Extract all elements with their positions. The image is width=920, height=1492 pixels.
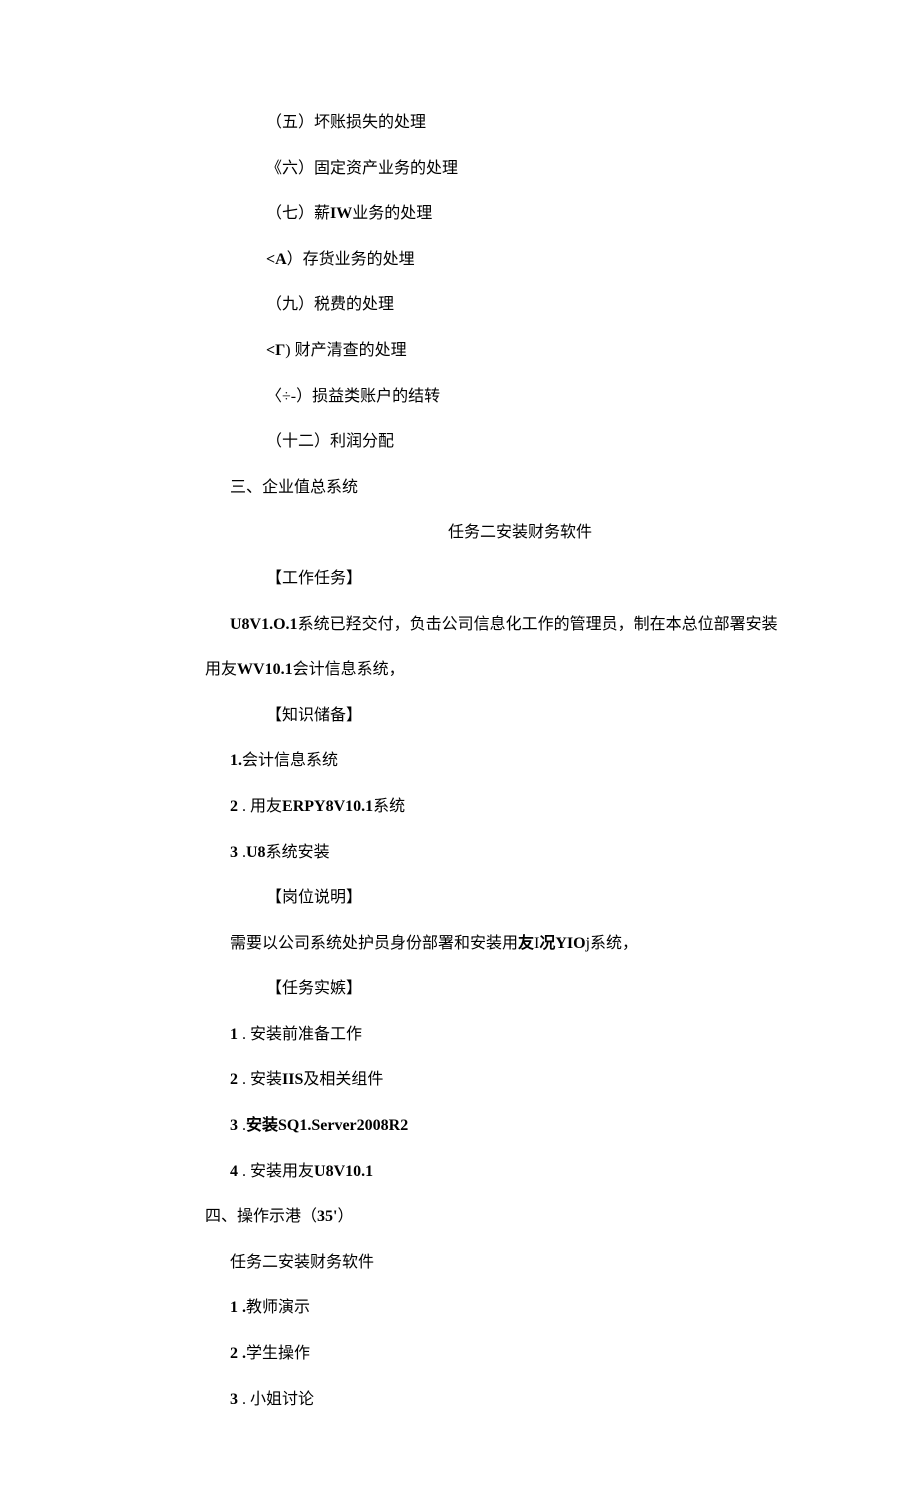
text-line: 1 .教师演示 [230,1295,810,1321]
text-line: （五）坏账损失的处理 [266,110,810,136]
text-line: （九）税费的处理 [266,292,810,318]
bold-run: U8V10.1 [314,1163,373,1180]
text-line: （七）薪IW业务的处理 [266,201,810,227]
bold-run: 安装SQ1.Server2008R2 [246,1117,408,1134]
bold-run: 2 [230,1071,238,1088]
text-line: 【知识储备】 [266,703,810,729]
bold-run: 1 [230,1299,238,1316]
text-line: <Γ) 财产清查的处理 [266,338,810,364]
bold-run: 3 [230,1391,238,1408]
text-line: 【任务实嫉】 [266,976,810,1002]
document-page: （五）坏账损失的处理《六）固定资产业务的处理 （七）薪IW业务的处理 <A）存货业务… [0,0,920,1492]
text-line: 1.会计信息系统 [230,748,810,774]
text-line: 用友WV10.1会计信息系统， [205,657,810,683]
text-line: （十二）利润分配 [266,429,810,455]
bold-run: ERPY8V10.1 [282,798,373,815]
text-line: 4 . 安装用友U8V10.1 [230,1159,810,1185]
text-line: 1 . 安装前准备工作 [230,1022,810,1048]
bold-run: 2 [230,798,238,815]
text-line: <A）存货业务的处埋 [266,247,810,273]
bold-run: 3 [230,844,238,861]
bold-run: 35' [317,1208,337,1225]
bold-run: <Γ [266,342,285,359]
bold-run: U8 [246,844,266,861]
bold-run: IW [330,205,352,222]
bold-run: 1. [230,752,242,769]
bold-run: 1 [230,1026,238,1043]
text-line: 【工作任务】 [266,566,810,592]
text-line: 需要以公司系统处护员身份部署和安装用友I况YIOj系统， [230,931,810,957]
text-line: U8V1.O.1系统已羟交付，负击公司信息化工作的管理员，制在本总位部署安装 [230,612,810,638]
bold-run: <A [266,251,287,268]
text-line: 《六）固定资产业务的处理 [266,156,810,182]
text-line: 【岗位说明】 [266,885,810,911]
text-line: 三、企业值总系统 [230,475,810,501]
text-line: 2 . 用友ERPY8V10.1系统 [230,794,810,820]
bold-run: . [242,1345,246,1362]
bold-run: 2 [230,1345,238,1362]
bold-run: WV10.1 [237,661,293,678]
bold-run: IIS [282,1071,303,1088]
bold-run: 友 [518,935,534,952]
bold-run: . [242,1299,246,1316]
bold-run: U8V1.O.1 [230,616,298,633]
bold-run: 4 [230,1163,238,1180]
text-line: 3 .安装SQ1.Server2008R2 [230,1113,810,1139]
bold-run: 3 [230,1117,238,1134]
text-line: 任务二安装财务软件 [230,1250,810,1276]
text-line: 2 .学生操作 [230,1341,810,1367]
text-line: 〈÷-）损益类账户的结转 [266,384,810,410]
text-line: 四、操作示港（35'） [205,1204,810,1230]
text-line: 3 . 小姐讨论 [230,1387,810,1413]
text-line: 2 . 安装IIS及相关组件 [230,1067,810,1093]
text-line: 3 .U8系统安装 [230,840,810,866]
text-line: 任务二安装财务软件 [230,520,810,546]
bold-run: 况YIO [539,935,585,952]
